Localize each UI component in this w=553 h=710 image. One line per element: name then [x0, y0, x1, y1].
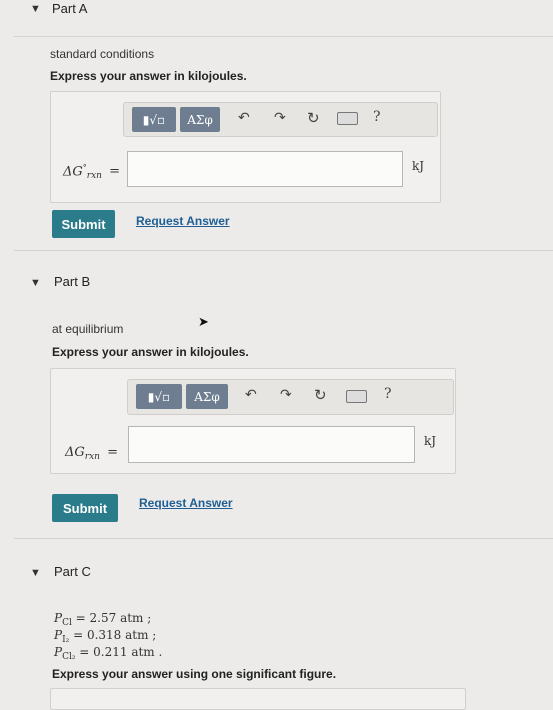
- undo-icon[interactable]: ↶: [245, 387, 257, 403]
- answer-input[interactable]: [128, 426, 415, 463]
- collapse-caret-icon[interactable]: ▼: [30, 3, 41, 15]
- part-b-answer-box: ▮√▫ ΑΣφ ↶ ↷ ↻ ? ΔGrxn = kJ: [50, 368, 456, 474]
- redo-icon[interactable]: ↷: [274, 110, 286, 126]
- math-toolbar: ▮√▫ ΑΣφ ↶ ↷ ↻ ?: [127, 379, 454, 415]
- symbols-button[interactable]: ΑΣφ: [180, 107, 220, 132]
- unit-label: kJ: [424, 434, 437, 448]
- request-answer-link[interactable]: Request Answer: [136, 214, 230, 228]
- submit-button[interactable]: Submit: [52, 210, 115, 238]
- collapse-caret-icon[interactable]: ▼: [30, 277, 41, 289]
- math-toolbar: ▮√▫ ΑΣφ ↶ ↷ ↻ ?: [123, 102, 438, 137]
- part-a-condition: standard conditions: [50, 47, 155, 61]
- keyboard-icon[interactable]: [346, 390, 367, 403]
- submit-button[interactable]: Submit: [52, 494, 118, 522]
- part-a-answer-box: ▮√▫ ΑΣφ ↶ ↷ ↻ ? ΔG°rxn = kJ: [50, 91, 441, 203]
- part-c-answer-box: [50, 688, 466, 710]
- divider: [14, 250, 553, 251]
- request-answer-link[interactable]: Request Answer: [139, 496, 233, 510]
- divider: [14, 538, 553, 539]
- keyboard-icon[interactable]: [337, 112, 358, 125]
- part-c-instruction: Express your answer using one significan…: [52, 667, 337, 681]
- part-a-title: Part A: [52, 1, 88, 16]
- templates-button[interactable]: ▮√▫: [132, 107, 176, 132]
- answer-input[interactable]: [127, 151, 403, 187]
- redo-icon[interactable]: ↷: [280, 387, 292, 403]
- delta-g-standard-label: ΔG°rxn =: [63, 163, 121, 182]
- part-b-title: Part B: [54, 274, 91, 289]
- help-icon[interactable]: ?: [373, 109, 381, 125]
- mouse-cursor-icon: ➤: [198, 315, 209, 330]
- unit-label: kJ: [412, 159, 425, 173]
- undo-icon[interactable]: ↶: [238, 110, 250, 126]
- reset-icon[interactable]: ↻: [314, 386, 327, 404]
- part-b-condition: at equilibrium: [52, 322, 124, 336]
- symbols-button[interactable]: ΑΣφ: [186, 384, 228, 409]
- reset-icon[interactable]: ↻: [307, 109, 320, 127]
- pressure-condition: PCl₂ = 0.211 atm .: [54, 645, 163, 662]
- help-icon[interactable]: ?: [384, 386, 392, 402]
- divider: [14, 36, 553, 37]
- part-b-instruction: Express your answer in kilojoules.: [52, 345, 249, 359]
- templates-button[interactable]: ▮√▫: [136, 384, 182, 409]
- collapse-caret-icon[interactable]: ▼: [30, 567, 41, 579]
- pressure-condition: PCl = 2.57 atm ;: [54, 611, 152, 628]
- pressure-condition: PI₂ = 0.318 atm ;: [54, 628, 157, 645]
- delta-g-label: ΔGrxn =: [65, 445, 119, 462]
- part-c-title: Part C: [54, 564, 91, 579]
- part-a-instruction: Express your answer in kilojoules.: [50, 69, 247, 83]
